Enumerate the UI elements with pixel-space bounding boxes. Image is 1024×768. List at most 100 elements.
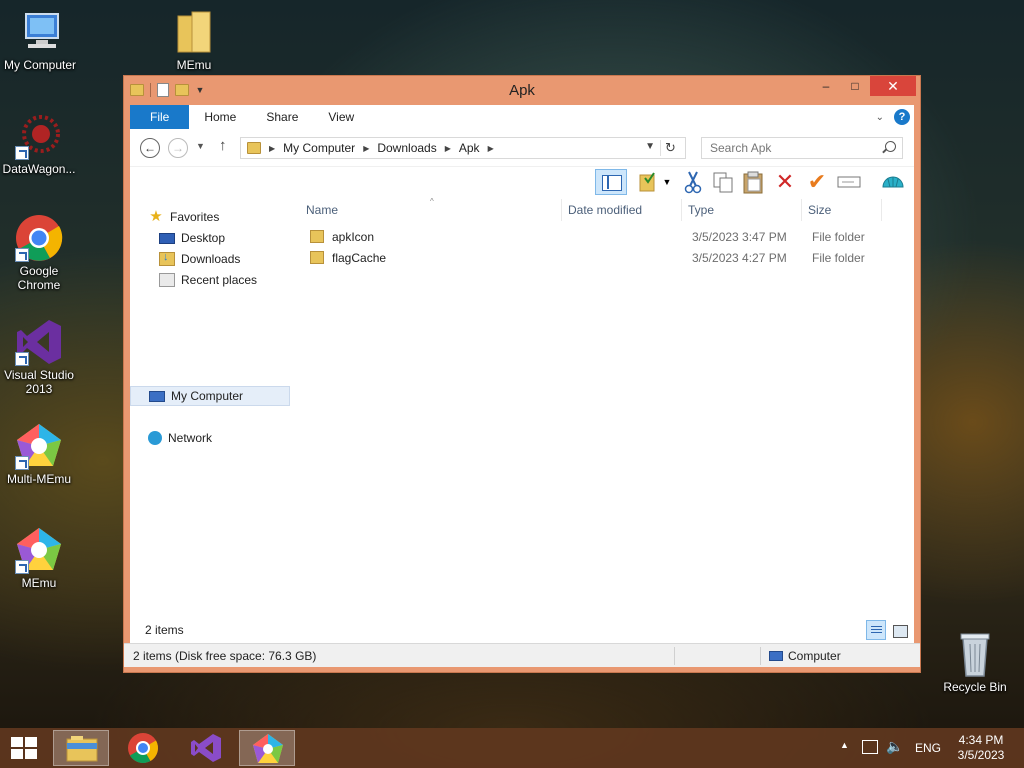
clock[interactable]: 4:34 PM 3/5/2023 (953, 733, 1009, 763)
status-location: Computer (769, 649, 841, 663)
up-button[interactable]: ↑ (219, 137, 227, 154)
preview-pane-icon[interactable] (595, 169, 627, 195)
column-header-date-modified[interactable]: Date modified (562, 199, 682, 221)
chevron-down-icon[interactable]: ▼ (645, 141, 655, 152)
sort-caret-icon: ^ (430, 197, 434, 206)
search-icon[interactable] (885, 141, 896, 152)
nav-network[interactable]: Network (130, 428, 290, 448)
desktop-icon-memu-folder[interactable]: MEmu (154, 8, 234, 72)
tab-home[interactable]: Home (189, 105, 251, 129)
network-icon (148, 431, 162, 445)
taskbar-chrome[interactable] (115, 730, 171, 766)
chrome-icon (15, 214, 63, 262)
nav-favorites[interactable]: ★ Favorites (130, 207, 290, 227)
shortcut-arrow-icon (15, 456, 29, 470)
chrome-icon (128, 733, 159, 764)
expand-ribbon-icon[interactable]: ⌄ (876, 112, 884, 123)
tab-view[interactable]: View (313, 105, 369, 129)
copy-icon[interactable] (710, 169, 736, 195)
show-hidden-icons-button[interactable]: ▲ (840, 740, 849, 750)
recent-locations-icon[interactable]: ▼ (196, 141, 205, 151)
desktop-icon-visual-studio[interactable]: Visual Studio 2013 (0, 318, 79, 396)
folder-icon (310, 230, 324, 243)
back-button[interactable]: ← (140, 138, 160, 158)
rename-icon[interactable] (836, 169, 862, 195)
clock-time: 4:34 PM (958, 733, 1004, 747)
help-icon[interactable]: ? (894, 109, 910, 125)
desktop-icon-label: MEmu (176, 58, 212, 72)
ribbon-controls: ⌄ ? (876, 109, 910, 125)
desktop-icon-datawagon[interactable]: DataWagon... (0, 112, 79, 176)
recycle-bin-icon (951, 630, 999, 678)
paste-icon[interactable] (740, 169, 766, 195)
nav-my-computer[interactable]: My Computer (130, 386, 290, 406)
chevron-down-icon[interactable]: ▼ (660, 169, 674, 195)
nav-label: Desktop (181, 231, 226, 245)
breadcrumb-apk[interactable]: Apk (459, 141, 480, 155)
navigation-pane: ★ Favorites Desktop Downloads Recent pla… (130, 197, 293, 609)
shell-icon[interactable] (880, 169, 906, 195)
folder-icon (310, 251, 324, 264)
maximize-button[interactable]: □ (841, 76, 869, 96)
status-text: 2 items (Disk free space: 76.3 GB) (133, 649, 317, 663)
large-icons-view-button[interactable] (889, 620, 909, 640)
taskbar-file-explorer[interactable] (53, 730, 109, 766)
multi-memu-icon (15, 422, 63, 470)
nav-desktop[interactable]: Desktop (130, 228, 290, 248)
desktop-icon-multi-memu[interactable]: Multi-MEmu (0, 422, 79, 486)
column-header-size[interactable]: Size (802, 199, 882, 221)
column-header-type[interactable]: Type (682, 199, 802, 221)
computer-icon (769, 651, 783, 661)
file-type: File folder (812, 230, 865, 244)
breadcrumb-downloads[interactable]: Downloads (377, 141, 436, 155)
address-bar[interactable]: ▶ My Computer ▶ Downloads ▶ Apk ▶ ▼ ↻ (240, 137, 686, 159)
language-indicator[interactable]: ENG (915, 741, 941, 755)
cut-icon[interactable] (680, 169, 706, 195)
file-explorer-icon (66, 736, 98, 762)
refresh-icon[interactable]: ↻ (660, 140, 680, 156)
desktop-icon-recycle-bin[interactable]: Recycle Bin (935, 630, 1015, 694)
chevron-right-icon[interactable]: ▶ (445, 144, 451, 153)
nav-label: Recent places (181, 273, 258, 287)
taskbar-visual-studio[interactable] (177, 730, 233, 766)
search-input[interactable]: Search Apk (701, 137, 903, 159)
close-button[interactable]: ✕ (870, 76, 916, 96)
computer-icon (149, 390, 165, 402)
chevron-right-icon[interactable]: ▶ (269, 144, 275, 153)
network-tray-icon[interactable] (862, 740, 878, 754)
desktop-icon-memu[interactable]: MEmu (0, 526, 79, 590)
title-bar[interactable]: ▼ Apk – □ ✕ (124, 76, 920, 104)
desktop-icon-my-computer[interactable]: My Computer (0, 8, 80, 72)
tab-file[interactable]: File (130, 105, 190, 129)
shortcut-arrow-icon (15, 248, 29, 262)
file-date: 3/5/2023 3:47 PM (692, 230, 787, 244)
window-title: Apk (509, 82, 535, 99)
delete-icon[interactable]: ✕ (772, 169, 798, 195)
forward-button[interactable]: → (168, 138, 188, 158)
nav-recent-places[interactable]: Recent places (130, 270, 290, 290)
chevron-right-icon[interactable]: ▶ (363, 144, 369, 153)
clock-date: 3/5/2023 (957, 748, 1005, 762)
chevron-right-icon[interactable]: ▶ (488, 144, 494, 153)
select-all-icon[interactable] (636, 169, 662, 195)
desktop-icon-chrome[interactable]: Google Chrome (0, 214, 79, 292)
start-button[interactable] (11, 737, 37, 759)
table-row[interactable]: apkIcon 3/5/2023 3:47 PM File folder (300, 227, 900, 248)
rename-check-icon[interactable]: ✔ (804, 169, 830, 195)
taskbar-memu[interactable] (239, 730, 295, 766)
file-date: 3/5/2023 4:27 PM (692, 251, 787, 265)
table-row[interactable]: flagCache 3/5/2023 4:27 PM File folder (300, 248, 900, 269)
column-header-name[interactable]: Name ^ (300, 197, 562, 221)
datawagon-icon (15, 112, 63, 160)
file-type: File folder (812, 251, 865, 265)
minimize-button[interactable]: – (812, 76, 840, 96)
volume-icon[interactable]: 🔈 (886, 738, 903, 755)
tab-share[interactable]: Share (251, 105, 313, 129)
desktop-icon-label: MEmu (21, 576, 57, 590)
nav-downloads[interactable]: Downloads (130, 249, 290, 269)
ribbon-tabs: File Home Share View ⌄ ? (130, 105, 914, 129)
content-area: ★ Favorites Desktop Downloads Recent pla… (130, 197, 914, 643)
breadcrumb-my-computer[interactable]: My Computer (283, 141, 355, 155)
separator (760, 647, 761, 665)
details-view-button[interactable] (866, 620, 886, 640)
